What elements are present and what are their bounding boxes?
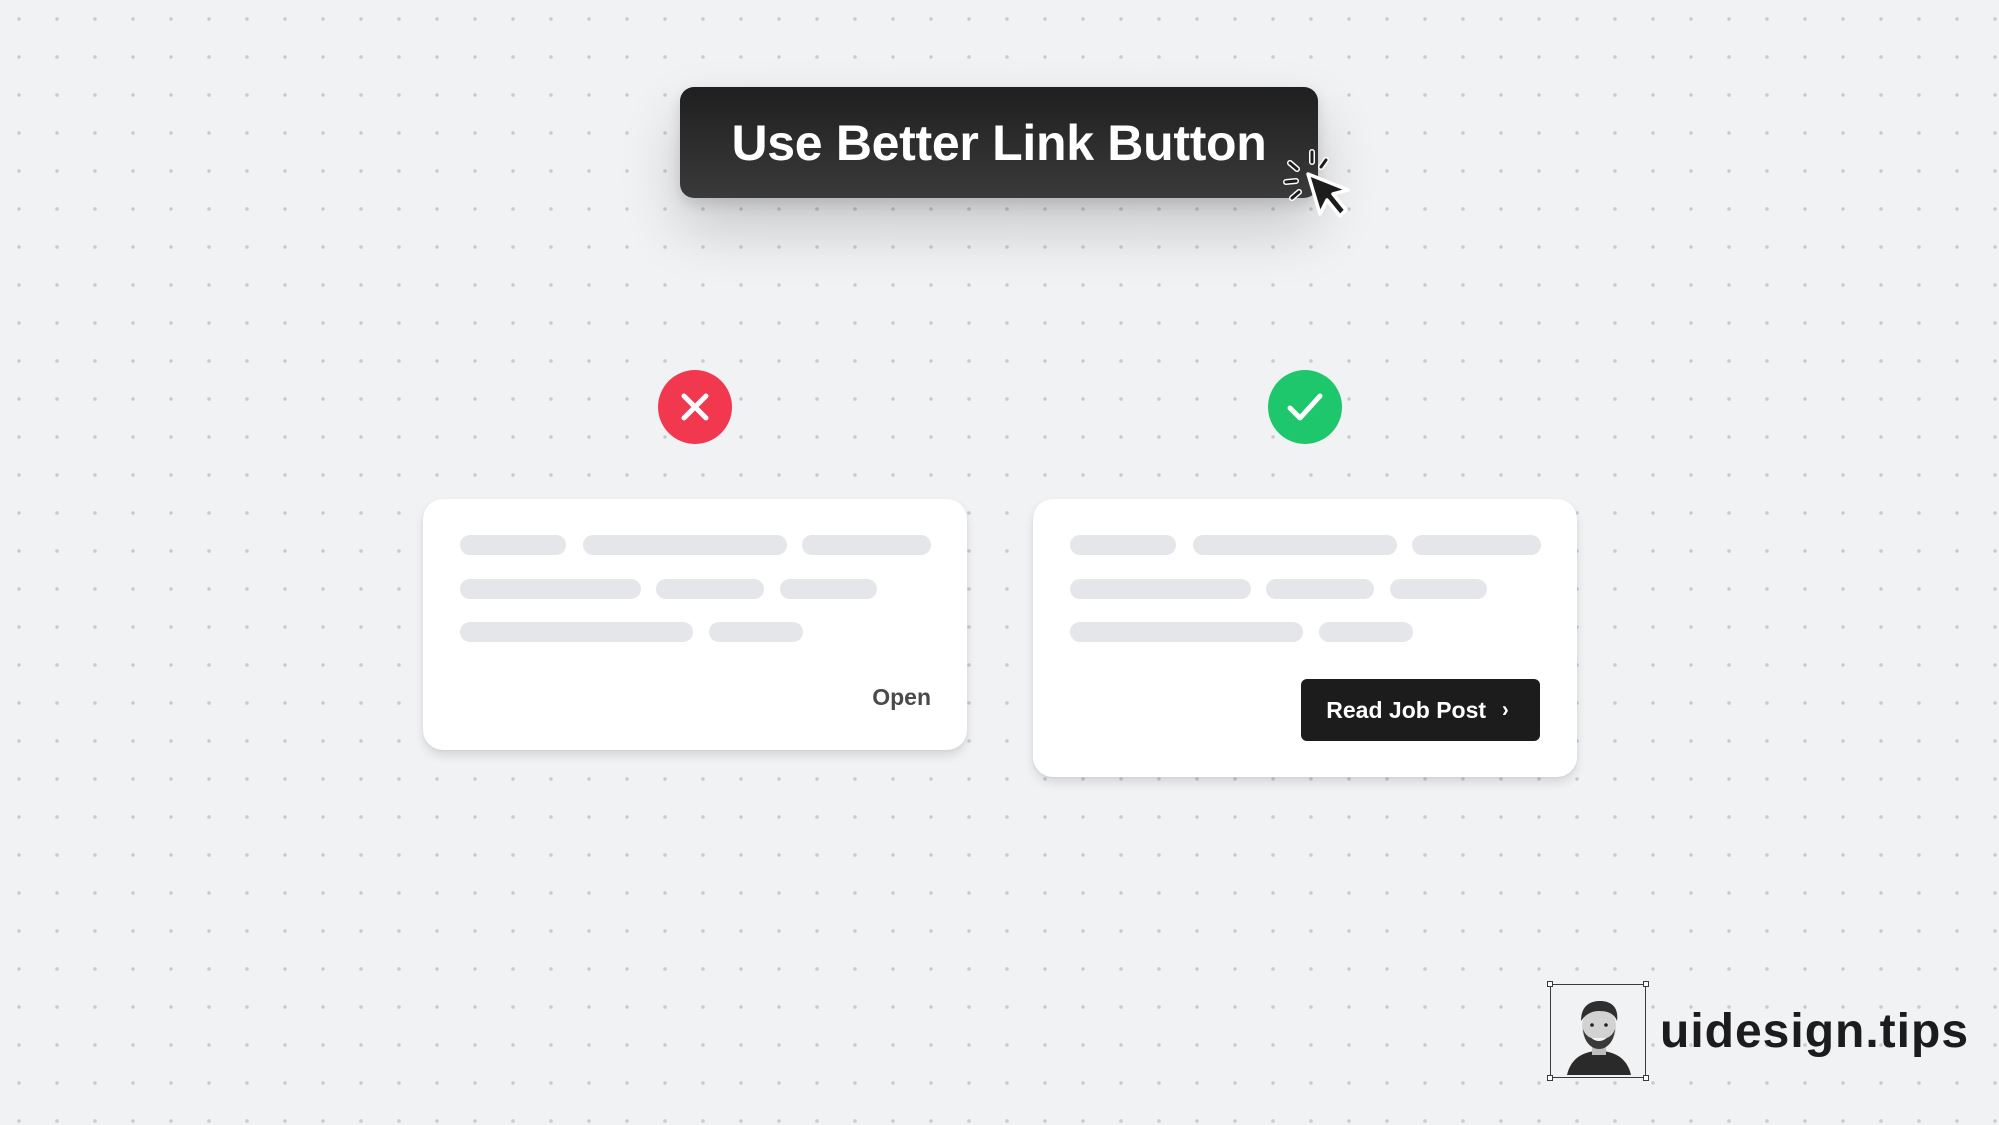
placeholder-line xyxy=(1070,622,1303,642)
avatar-frame xyxy=(1547,981,1649,1081)
brand-name: uidesign.tips xyxy=(1660,1004,1970,1058)
chevron-right-icon: › xyxy=(1502,697,1509,723)
placeholder-line xyxy=(1319,622,1413,642)
placeholder-line xyxy=(709,622,803,642)
placeholder-line xyxy=(1390,579,1487,599)
placeholder-line xyxy=(1070,535,1176,555)
placeholder-line xyxy=(802,535,931,555)
bad-example-card: Open xyxy=(423,499,967,750)
open-link[interactable]: Open xyxy=(872,684,931,711)
cursor-click-icon xyxy=(1283,149,1350,218)
correct-badge xyxy=(1268,370,1342,444)
placeholder-line xyxy=(460,535,566,555)
avatar xyxy=(1567,1001,1631,1075)
placeholder-line xyxy=(656,579,764,599)
title-button[interactable]: Use Better Link Button xyxy=(680,87,1318,198)
good-example-card: Read Job Post › xyxy=(1033,499,1577,777)
x-icon xyxy=(681,393,709,421)
placeholder-line xyxy=(780,579,877,599)
incorrect-badge xyxy=(658,370,732,444)
placeholder-line xyxy=(460,579,641,599)
placeholder-line xyxy=(1266,579,1374,599)
title-label: Use Better Link Button xyxy=(731,114,1267,171)
placeholder-line xyxy=(1070,579,1251,599)
brand: uidesign.tips xyxy=(1547,981,1970,1081)
placeholder-line xyxy=(1412,535,1541,555)
placeholder-line xyxy=(583,535,787,555)
placeholder-line xyxy=(460,622,693,642)
placeholder-line xyxy=(1193,535,1397,555)
check-icon xyxy=(1287,393,1323,421)
read-job-post-label: Read Job Post xyxy=(1326,696,1487,723)
read-job-post-button[interactable]: Read Job Post › xyxy=(1301,679,1540,741)
